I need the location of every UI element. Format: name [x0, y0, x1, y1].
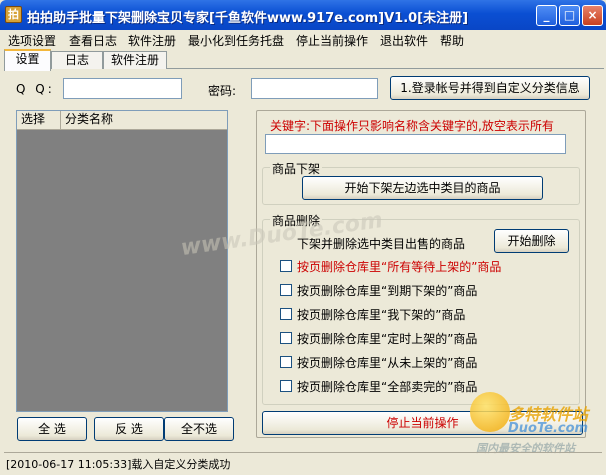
option-delete-expired[interactable]: 按页删除仓库里“到期下架的”商品 — [280, 282, 530, 298]
tab-register[interactable]: 软件注册 — [103, 51, 167, 69]
option-delete-never-listed[interactable]: 按页删除仓库里“从未上架的”商品 — [280, 354, 530, 370]
option-delete-waiting[interactable]: 按页删除仓库里“所有等待上架的”商品 — [280, 258, 530, 274]
keyword-input[interactable] — [265, 134, 566, 154]
checkbox-label: 按页删除仓库里“全部卖完的”商品 — [297, 380, 478, 394]
checkbox[interactable] — [280, 308, 292, 320]
start-delete-button[interactable]: 开始删除 — [494, 229, 569, 253]
checkbox-label: 按页删除仓库里“我下架的”商品 — [297, 308, 466, 322]
column-select[interactable]: 选择 — [17, 111, 61, 129]
column-category-name[interactable]: 分类名称 — [61, 111, 227, 129]
menu-bar: 选项设置 查看日志 软件注册 最小化到任务托盘 停止当前操作 退出软件 帮助 — [0, 30, 606, 49]
checkbox[interactable] — [280, 380, 292, 392]
offshelf-group-title: 商品下架 — [270, 160, 323, 177]
qq-label: Q Q: — [16, 82, 55, 96]
password-input[interactable] — [251, 78, 378, 99]
maximize-button[interactable]: □ — [559, 5, 580, 26]
menu-stop[interactable]: 停止当前操作 — [296, 32, 368, 49]
window-title: 拍拍助手批量下架删除宝贝专家[千鱼软件www.917e.com]V1.0[未注册… — [27, 11, 469, 26]
password-label: 密码: — [208, 84, 237, 98]
status-bar: [2010-06-17 11:05:33]载入自定义分类成功 — [4, 452, 602, 471]
list-header: 选择 分类名称 — [17, 111, 227, 130]
option-delete-scheduled[interactable]: 按页删除仓库里“定时上架的”商品 — [280, 330, 530, 346]
menu-options[interactable]: 选项设置 — [8, 32, 56, 49]
minimize-button[interactable]: _ — [536, 5, 557, 26]
tab-settings[interactable]: 设置 — [4, 49, 51, 71]
menu-register[interactable]: 软件注册 — [128, 32, 176, 49]
status-text: [2010-06-17 11:05:33]载入自定义分类成功 — [6, 458, 231, 471]
menu-help[interactable]: 帮助 — [440, 32, 464, 49]
checkbox-label: 按页删除仓库里“定时上架的”商品 — [297, 332, 478, 346]
app-icon: 拍 — [5, 6, 22, 23]
category-list[interactable]: 选择 分类名称 — [16, 110, 228, 412]
duote-logo-icon — [470, 392, 510, 432]
checkbox-label: 按页删除仓库里“所有等待上架的”商品 — [297, 260, 502, 274]
checkbox-label: 按页删除仓库里“到期下架的”商品 — [297, 284, 478, 298]
start-offshelf-button[interactable]: 开始下架左边选中类目的商品 — [302, 176, 543, 200]
menu-minimize-tray[interactable]: 最小化到任务托盘 — [188, 32, 284, 49]
title-bar[interactable]: 拍 拍拍助手批量下架删除宝贝专家[千鱼软件www.917e.com]V1.0[未… — [0, 0, 606, 30]
qq-input[interactable] — [63, 78, 182, 99]
tab-bar: 设置 日志 软件注册 — [4, 49, 604, 71]
checkbox[interactable] — [280, 332, 292, 344]
select-all-button[interactable]: 全 选 — [17, 417, 87, 441]
close-button[interactable]: × — [582, 5, 603, 26]
checkbox[interactable] — [280, 284, 292, 296]
option-delete-my-offshelf[interactable]: 按页删除仓库里“我下架的”商品 — [280, 306, 530, 322]
tab-log[interactable]: 日志 — [51, 51, 103, 69]
corner-site-watermark: DuoTe.com — [508, 421, 589, 436]
menu-exit[interactable]: 退出软件 — [380, 32, 428, 49]
login-button[interactable]: 1.登录帐号并得到自定义分类信息 — [390, 76, 590, 100]
checkbox[interactable] — [280, 260, 292, 272]
checkbox[interactable] — [280, 356, 292, 368]
invert-selection-button[interactable]: 反 选 — [94, 417, 164, 441]
keyword-label: 关键字:下面操作只影响名称含关键字的,放空表示所有 — [270, 119, 554, 133]
select-none-button[interactable]: 全不选 — [164, 417, 234, 441]
menu-view-log[interactable]: 查看日志 — [69, 32, 117, 49]
checkbox-label: 按页删除仓库里“从未上架的”商品 — [297, 356, 478, 370]
